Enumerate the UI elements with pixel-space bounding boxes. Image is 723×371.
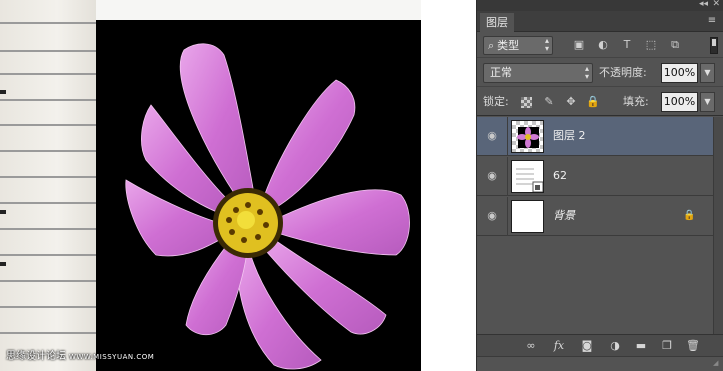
binding-hole — [0, 90, 6, 94]
close-panel-icon[interactable]: ✕ — [712, 0, 720, 10]
search-icon: ⌕ — [488, 39, 495, 52]
layer-row[interactable]: ◉ 图层 2 — [477, 117, 714, 156]
smart-object-filter-icon[interactable]: ⧉ — [667, 37, 683, 53]
divider — [507, 157, 508, 196]
type-layer-filter-icon[interactable]: T — [619, 37, 635, 53]
layer-row[interactable]: ◉ 62 — [477, 157, 714, 196]
notebook-line — [0, 280, 96, 282]
panel-footer: ◢ — [477, 356, 723, 371]
notebook-line — [0, 124, 96, 126]
shape-layer-filter-icon[interactable]: ⬚ — [643, 37, 659, 53]
fill-slider-button[interactable]: ▼ — [700, 92, 715, 112]
flower-pistil — [237, 211, 255, 229]
opacity-label: 不透明度: — [599, 66, 647, 79]
binding-hole — [0, 210, 6, 214]
collapse-panel-icon[interactable]: ◂◂ — [699, 0, 708, 10]
notebook-paper-image — [0, 0, 96, 371]
lock-image-pixels-icon[interactable]: ✎ — [541, 94, 557, 110]
photo-paper-edge — [96, 0, 421, 20]
select-spinner-icon: ▴ ▾ — [584, 64, 589, 81]
filter-kind-label: 类型 — [497, 39, 520, 52]
panel-tab-bar: 图层 ≡ — [477, 11, 723, 32]
lock-transparent-pixels-icon[interactable] — [521, 97, 532, 108]
lock-all-icon[interactable]: 🔒 — [585, 94, 601, 110]
blend-mode-value: 正常 — [490, 66, 512, 79]
flower-thumbnail-icon — [517, 127, 539, 148]
panel-menu-icon[interactable]: ≡ — [706, 16, 718, 26]
watermark: 思缘设计论坛 WWW.MISSYUAN.COM — [6, 347, 154, 362]
layers-panel: ◂◂ ✕ 图层 ≡ ⌕ 类型 ▴ ▾ ▣ ◐ T ⬚ ⧉ 正常 ▴ ▾ 不透明度: 1… — [476, 0, 723, 371]
petal — [260, 79, 356, 213]
eye-icon[interactable]: ◉ — [485, 170, 499, 182]
panel-bottom-toolbar: ∞ fx ◙ ◑ ▬ ❐ 🗑 — [477, 334, 723, 356]
notebook-line — [0, 73, 96, 75]
notebook-line — [0, 306, 96, 308]
opacity-slider-button[interactable]: ▼ — [700, 63, 715, 83]
binding-hole — [0, 262, 6, 266]
notebook-line — [0, 332, 96, 334]
layer-row[interactable]: ◉ 背景 🔒 — [477, 197, 714, 236]
select-spinner-icon: ▴ ▾ — [544, 36, 549, 53]
notebook-line — [0, 202, 96, 204]
adjustment-layer-filter-icon[interactable]: ◐ — [595, 37, 611, 53]
cosmos-flower-illustration — [125, 43, 410, 370]
notebook-line — [0, 228, 96, 230]
delete-layer-icon[interactable]: 🗑 — [685, 338, 701, 354]
smart-object-thumbnail-icon — [516, 168, 543, 192]
link-layers-icon[interactable]: ∞ — [523, 338, 539, 354]
panel-title-bar[interactable]: ◂◂ ✕ — [477, 0, 723, 11]
opacity-input[interactable]: 100% — [661, 63, 698, 83]
notebook-line — [0, 22, 96, 24]
blend-mode-select[interactable]: 正常 ▴ ▾ — [483, 63, 593, 83]
lock-position-icon[interactable]: ✥ — [563, 94, 579, 110]
layers-list: ◉ 图层 2 ◉ 62 ◉ 背景 🔒 — [477, 117, 723, 334]
lock-icon[interactable]: 🔒 — [683, 209, 695, 223]
flower-photo — [96, 20, 421, 371]
watermark-site: WWW.MISSYUAN.COM — [69, 353, 155, 361]
resize-grip-icon[interactable]: ◢ — [713, 359, 722, 368]
notebook-line — [0, 99, 96, 101]
fill-label: 填充: — [623, 95, 649, 108]
document-canvas[interactable]: 思缘设计论坛 WWW.MISSYUAN.COM — [0, 0, 476, 371]
layers-scrollbar[interactable] — [713, 117, 723, 334]
new-layer-icon[interactable]: ❐ — [659, 338, 675, 354]
layer-filter-row: ⌕ 类型 ▴ ▾ ▣ ◐ T ⬚ ⧉ — [477, 33, 723, 58]
divider — [507, 197, 508, 236]
petal — [273, 189, 410, 256]
layer-name[interactable]: 图层 2 — [553, 129, 586, 143]
pixel-layer-filter-icon[interactable]: ▣ — [571, 37, 587, 53]
layer-mask-icon[interactable]: ◙ — [579, 338, 595, 354]
tab-layers[interactable]: 图层 — [480, 13, 514, 32]
layer-thumbnail — [511, 200, 544, 233]
notebook-line — [0, 176, 96, 178]
eye-icon[interactable]: ◉ — [485, 130, 499, 142]
fill-input[interactable]: 100% — [661, 92, 698, 112]
eye-icon[interactable]: ◉ — [485, 210, 499, 222]
new-group-icon[interactable]: ▬ — [633, 338, 649, 354]
lock-fill-row: 锁定: ✎ ✥ 🔒 填充: 100% ▼ — [477, 88, 723, 116]
filter-toggle-switch[interactable] — [710, 37, 718, 54]
notebook-line — [0, 254, 96, 256]
fx-icon[interactable]: fx — [551, 338, 567, 354]
filter-kind-select[interactable]: ⌕ 类型 ▴ ▾ — [483, 36, 553, 55]
layer-thumbnail — [511, 120, 544, 153]
notebook-line — [0, 150, 96, 152]
notebook-line — [0, 50, 96, 52]
adjustment-layer-icon[interactable]: ◑ — [607, 338, 623, 354]
layer-name[interactable]: 背景 — [553, 209, 575, 223]
layer-name[interactable]: 62 — [553, 169, 567, 183]
divider — [507, 117, 508, 156]
lock-label: 锁定: — [483, 95, 509, 108]
watermark-text: 思缘设计论坛 — [6, 351, 66, 362]
layer-thumbnail — [511, 160, 544, 193]
blend-opacity-row: 正常 ▴ ▾ 不透明度: 100% ▼ — [477, 59, 723, 87]
